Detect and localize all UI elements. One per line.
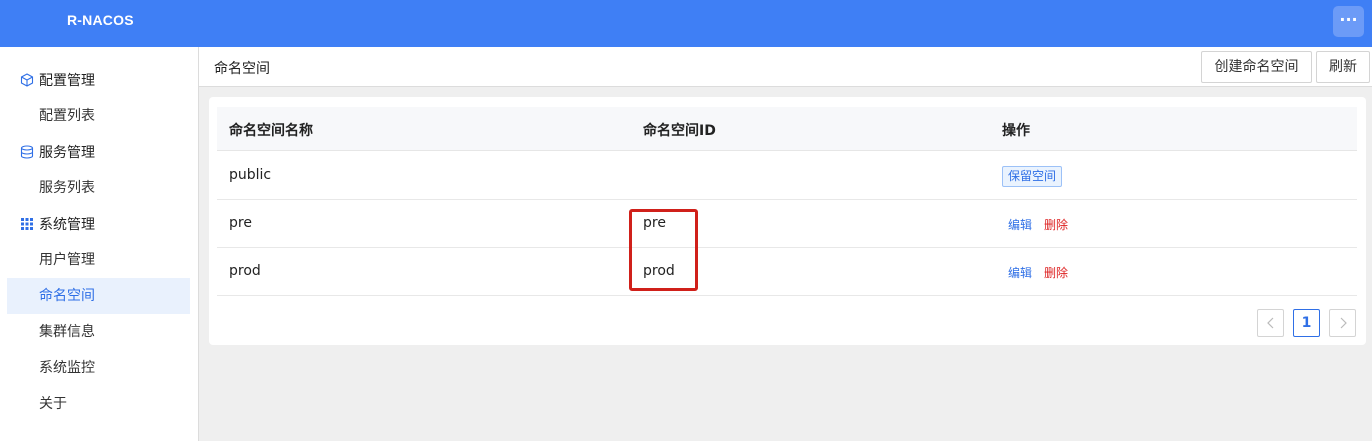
grid-icon <box>21 218 33 230</box>
sidebar-item-user-management[interactable]: 用户管理 <box>7 242 190 278</box>
sidebar-item-about[interactable]: 关于 <box>7 386 190 422</box>
reserved-space-badge: 保留空间 <box>1002 166 1063 187</box>
sidebar-group-label: 服务管理 <box>39 145 95 161</box>
top-bar: R-NACOS ··· <box>0 0 1372 47</box>
table-row: pre pre 编辑 删除 <box>217 200 1357 248</box>
table-header: 命名空间名称 命名空间ID 操作 <box>217 107 1357 151</box>
page-title: 命名空间 <box>214 61 270 77</box>
sidebar-group-label: 配置管理 <box>39 73 95 89</box>
namespace-name: public <box>229 167 272 183</box>
column-header-id: 命名空间ID <box>643 123 716 139</box>
sidebar-group-label: 系统管理 <box>39 217 95 233</box>
namespace-table-card: 命名空间名称 命名空间ID 操作 public 保留空间 pre pre 编辑 … <box>209 97 1366 345</box>
more-options-button[interactable]: ··· <box>1333 6 1364 37</box>
sidebar-item-config-list[interactable]: 配置列表 <box>7 98 190 134</box>
cube-icon <box>20 73 34 87</box>
refresh-button[interactable]: 刷新 <box>1316 51 1370 83</box>
sidebar-group-system[interactable]: 系统管理 <box>20 214 95 234</box>
app-title: R-NACOS <box>67 12 134 28</box>
chevron-left-icon <box>1266 317 1273 329</box>
highlight-box <box>629 209 698 291</box>
previous-page-button[interactable] <box>1257 309 1284 337</box>
next-page-button[interactable] <box>1329 309 1356 337</box>
namespace-name: pre <box>229 215 252 231</box>
sidebar-group-config[interactable]: 配置管理 <box>20 70 95 90</box>
table-row: public 保留空间 <box>217 152 1357 200</box>
edit-link[interactable]: 编辑 <box>1008 216 1032 233</box>
sidebar-item-cluster-info[interactable]: 集群信息 <box>7 314 190 350</box>
edit-link[interactable]: 编辑 <box>1008 264 1032 281</box>
create-namespace-button[interactable]: 创建命名空间 <box>1201 51 1312 83</box>
table-row: prod prod 编辑 删除 <box>217 248 1357 296</box>
namespace-name: prod <box>229 263 261 279</box>
sidebar-group-service[interactable]: 服务管理 <box>20 142 95 162</box>
sidebar-item-system-monitor[interactable]: 系统监控 <box>7 350 190 386</box>
page-number-button[interactable]: 1 <box>1293 309 1320 337</box>
chevron-right-icon <box>1340 317 1347 329</box>
database-icon <box>20 145 34 159</box>
delete-link[interactable]: 删除 <box>1044 216 1068 233</box>
sidebar-item-service-list[interactable]: 服务列表 <box>7 170 190 206</box>
delete-link[interactable]: 删除 <box>1044 264 1068 281</box>
sidebar-item-namespace[interactable]: 命名空间 <box>7 278 190 314</box>
page-header: 命名空间 创建命名空间 刷新 <box>199 47 1372 87</box>
sidebar: 配置管理 配置列表 服务管理 服务列表 系统管理 用户管理 命名空间 集群信息 … <box>0 47 199 441</box>
column-header-name: 命名空间名称 <box>229 123 313 139</box>
column-header-actions: 操作 <box>1002 123 1030 139</box>
